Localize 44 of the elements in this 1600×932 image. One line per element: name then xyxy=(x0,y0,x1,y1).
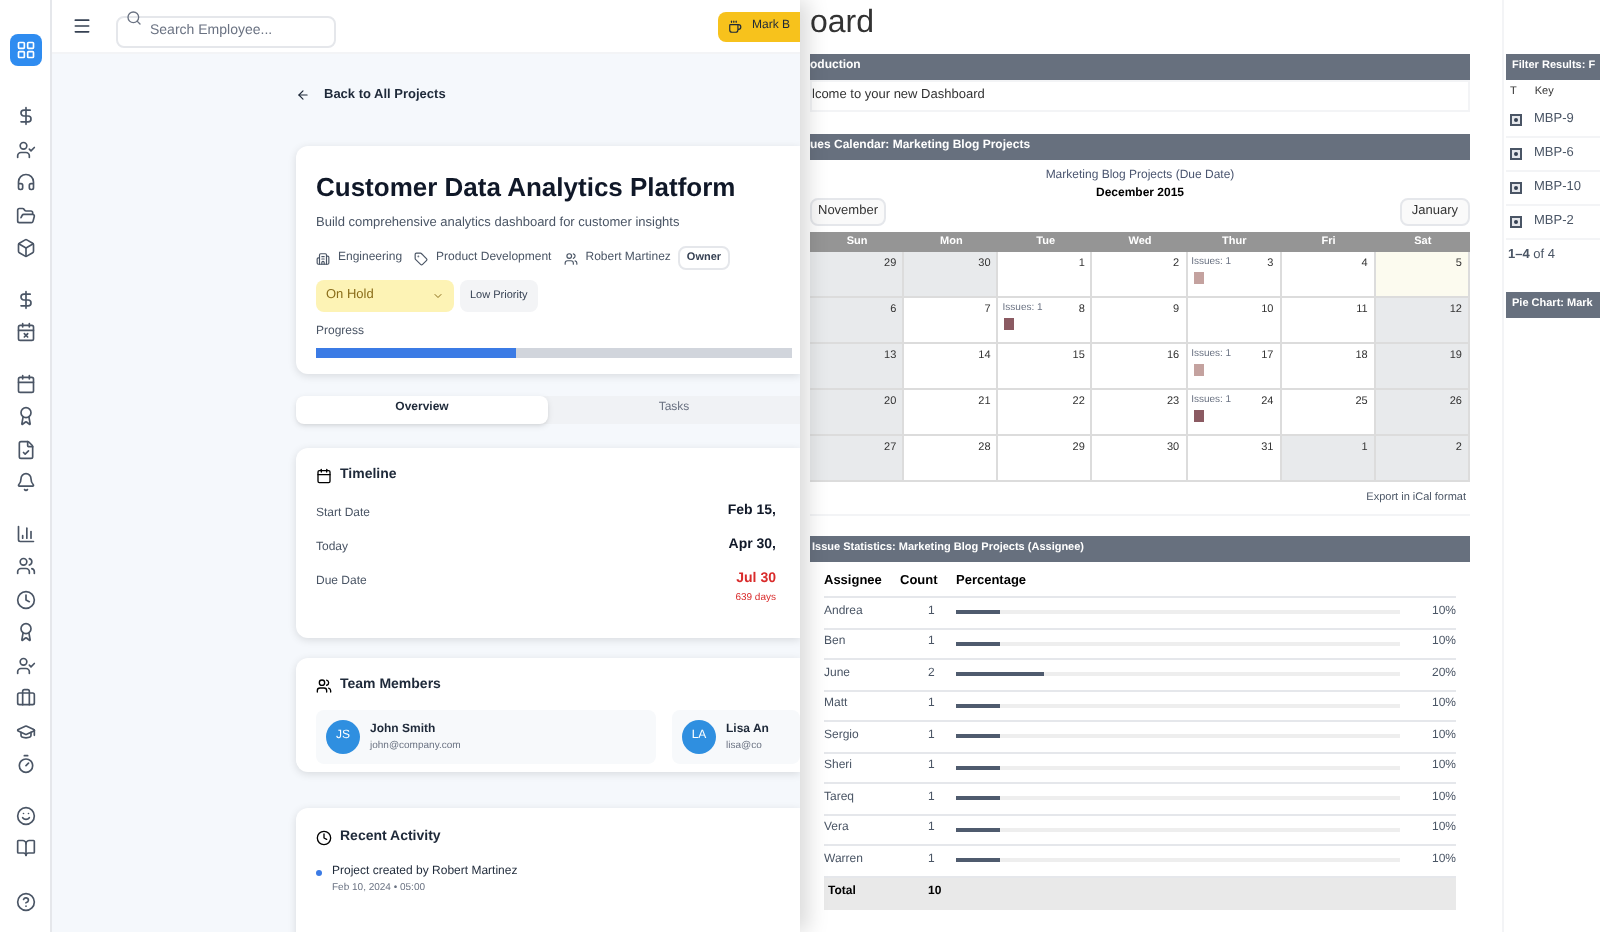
help-icon[interactable] xyxy=(15,892,35,912)
page-title: oard xyxy=(810,4,877,44)
app-logo[interactable] xyxy=(9,34,41,66)
briefcase-icon[interactable] xyxy=(15,688,35,708)
issue-type-icon xyxy=(1510,216,1522,228)
tag-icon xyxy=(414,251,429,266)
bell-icon[interactable] xyxy=(15,472,35,492)
headphones-icon[interactable] xyxy=(15,172,35,192)
graduation-cap-icon[interactable] xyxy=(15,721,35,741)
user-check-icon[interactable] xyxy=(15,655,35,675)
back-arrow-icon xyxy=(296,88,310,103)
issue-type-icon xyxy=(1510,114,1522,126)
calendar-icon[interactable] xyxy=(15,373,35,393)
cup-icon xyxy=(727,19,742,33)
file-check-icon[interactable] xyxy=(15,439,35,459)
issue-marker[interactable] xyxy=(1193,364,1204,376)
clock-icon xyxy=(316,830,332,846)
user-check-icon[interactable] xyxy=(15,139,35,159)
issue-marker[interactable] xyxy=(1004,318,1015,330)
bar-chart-icon[interactable] xyxy=(15,523,35,543)
issue-type-icon xyxy=(1510,148,1522,160)
timer-icon[interactable] xyxy=(15,754,35,774)
calendar-icon[interactable] xyxy=(15,322,35,342)
search-icon xyxy=(126,10,142,26)
issue-marker[interactable] xyxy=(1193,410,1204,422)
people-icon xyxy=(563,251,578,266)
folder-icon[interactable] xyxy=(15,205,35,225)
dollar-icon[interactable] xyxy=(15,289,35,309)
clock-icon[interactable] xyxy=(15,589,35,609)
project-title: Customer Data Analytics Platform xyxy=(316,169,738,206)
users-icon[interactable] xyxy=(15,556,35,576)
issue-type-icon xyxy=(1510,182,1522,194)
box-icon[interactable] xyxy=(15,238,35,258)
award-icon[interactable] xyxy=(15,406,35,426)
award-icon[interactable] xyxy=(15,622,35,642)
chevron-icon xyxy=(432,290,444,303)
building-icon xyxy=(316,251,330,266)
menu-icon[interactable] xyxy=(72,16,92,36)
calendar-icon xyxy=(316,468,332,484)
issue-marker[interactable] xyxy=(1193,272,1204,284)
dollar-icon[interactable] xyxy=(15,106,35,126)
smile-icon[interactable] xyxy=(15,805,35,825)
users-icon xyxy=(316,678,332,694)
book-icon[interactable] xyxy=(15,838,35,858)
